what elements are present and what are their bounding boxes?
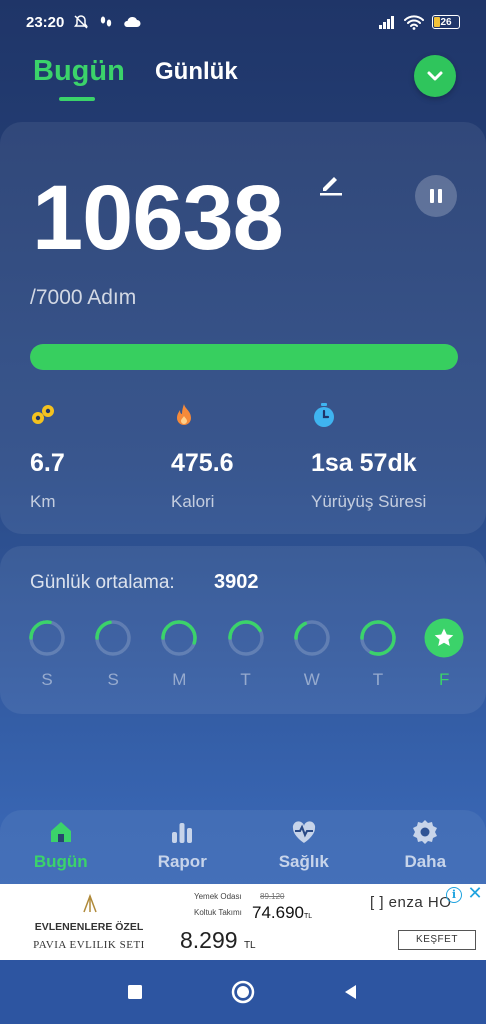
ad-cta-button[interactable]: KEŞFET: [398, 930, 476, 950]
daily-average-value: 3902: [214, 571, 259, 593]
home-button[interactable]: [228, 977, 258, 1007]
check-icon: [427, 71, 443, 81]
flame-icon: [177, 404, 191, 425]
silent-bell-icon: [74, 15, 89, 29]
day-progress-ring[interactable]: T: [358, 618, 398, 690]
ad-new-price: 74.690TL: [252, 903, 313, 922]
day-label: S: [107, 670, 119, 689]
stat-calories: 475.6 Kalori: [171, 402, 234, 512]
header: Bugün Günlük: [0, 50, 486, 110]
stat-walking-time-label: Yürüyüş Süresi: [311, 492, 427, 511]
footsteps-icon: [101, 16, 112, 27]
gear-icon: [413, 820, 438, 844]
day-label: T: [372, 670, 384, 689]
bottom-nav: Bugün Rapor Sağlık Daha: [0, 810, 486, 884]
check-button[interactable]: [414, 55, 456, 97]
ad-info-icon[interactable]: i: [446, 887, 462, 903]
tab-today[interactable]: Bugün: [33, 55, 125, 88]
day-label: W: [303, 670, 320, 689]
bar-chart-icon: [172, 823, 193, 843]
ad-left-panel: EVLENENLERE ÖZEL PAVIA EVLILIK SETI: [0, 884, 178, 960]
ad-brand: [ ] enza HO: [370, 894, 452, 911]
ring-icon: [360, 620, 396, 656]
today-summary-card: 10638 /7000 Adım 6.7 Km 475.6 Kalori 1sa…: [0, 122, 486, 534]
circle-icon: [231, 980, 255, 1004]
back-triangle-icon: [345, 985, 356, 999]
day-label: F: [438, 670, 450, 689]
ad-close-icon[interactable]: ✕: [466, 884, 484, 902]
ad-old-price: 89.120: [260, 892, 285, 901]
stat-distance-value: 6.7: [30, 449, 65, 477]
nav-more[interactable]: Daha: [365, 810, 486, 884]
day-progress-ring[interactable]: T: [226, 618, 266, 690]
day-label: M: [172, 670, 187, 689]
stat-walking-time: 1sa 57dk Yürüyüş Süresi: [311, 402, 426, 512]
stat-calories-label: Kalori: [171, 492, 215, 511]
ring-icon: [294, 620, 330, 656]
ad-item-label-2: Koltuk Takımı: [194, 908, 242, 917]
status-time: 23:20: [26, 13, 65, 31]
cloud-icon: [124, 16, 141, 27]
pause-icon-bar: [430, 189, 434, 203]
tab-active-indicator: [59, 97, 95, 101]
stat-calories-value: 475.6: [171, 449, 234, 477]
signal-icon: [379, 16, 394, 29]
nav-today[interactable]: Bugün: [0, 810, 122, 884]
ring-icon: [95, 620, 131, 656]
home-icon: [50, 822, 71, 842]
weekly-card: Günlük ortalama: 3902 S S M T W T F: [0, 546, 486, 714]
nav-health-label: Sağlık: [278, 852, 329, 871]
tab-daily[interactable]: Günlük: [155, 58, 238, 86]
nav-today-label: Bugün: [33, 852, 88, 871]
day-progress-ring[interactable]: W: [292, 618, 332, 690]
stopwatch-icon: [314, 403, 334, 427]
system-nav-bar: [0, 960, 486, 1024]
ad-subline: PAVIA EVLILIK SETI: [33, 939, 145, 951]
ring-icon: [161, 620, 198, 656]
day-label: T: [240, 670, 251, 689]
stat-distance-label: Km: [30, 492, 56, 511]
edit-icon[interactable]: [318, 170, 344, 196]
distance-icon: [32, 405, 54, 424]
recents-button[interactable]: [120, 977, 150, 1007]
day-progress-ring[interactable]: S: [93, 618, 133, 690]
step-progress-fill: [30, 344, 458, 370]
heart-pulse-icon: [292, 821, 315, 843]
ad-big-price: 8.299 TL: [180, 927, 256, 953]
daily-average-label: Günlük ortalama:: [30, 572, 175, 593]
ad-logo-emblem: [83, 894, 97, 913]
nav-health[interactable]: Sağlık: [243, 810, 365, 884]
stat-distance: 6.7 Km: [30, 402, 65, 512]
nav-report[interactable]: Rapor: [122, 810, 244, 884]
ring-icon: [29, 620, 65, 656]
ad-price-panel: Yemek Odası 89.120 Koltuk Takımı 74.690T…: [180, 884, 360, 960]
wifi-icon: [404, 14, 424, 30]
star-badge-icon: [424, 618, 464, 658]
step-progress-bar: [30, 344, 458, 370]
status-bar: 23:20 26: [0, 0, 486, 44]
nav-report-label: Rapor: [157, 852, 207, 871]
battery-icon: 26: [432, 15, 460, 29]
ad-item-label-1: Yemek Odası: [194, 892, 242, 901]
day-progress-ring[interactable]: S: [27, 618, 67, 690]
day-progress-ring[interactable]: M: [159, 618, 199, 690]
day-progress-ring[interactable]: F: [424, 618, 464, 690]
back-button[interactable]: [336, 977, 366, 1007]
square-icon: [128, 985, 142, 999]
nav-more-label: Daha: [404, 852, 447, 871]
day-label: S: [41, 670, 53, 689]
ad-banner[interactable]: EVLENENLERE ÖZEL PAVIA EVLILIK SETI Yeme…: [0, 884, 486, 960]
step-goal: /7000 Adım: [30, 286, 137, 309]
ring-icon: [227, 620, 264, 656]
pause-button[interactable]: [415, 175, 457, 217]
ad-headline: EVLENENLERE ÖZEL: [34, 921, 144, 933]
pause-icon-bar: [438, 189, 442, 203]
stat-walking-time-value: 1sa 57dk: [311, 449, 417, 477]
step-count: 10638: [32, 167, 284, 269]
